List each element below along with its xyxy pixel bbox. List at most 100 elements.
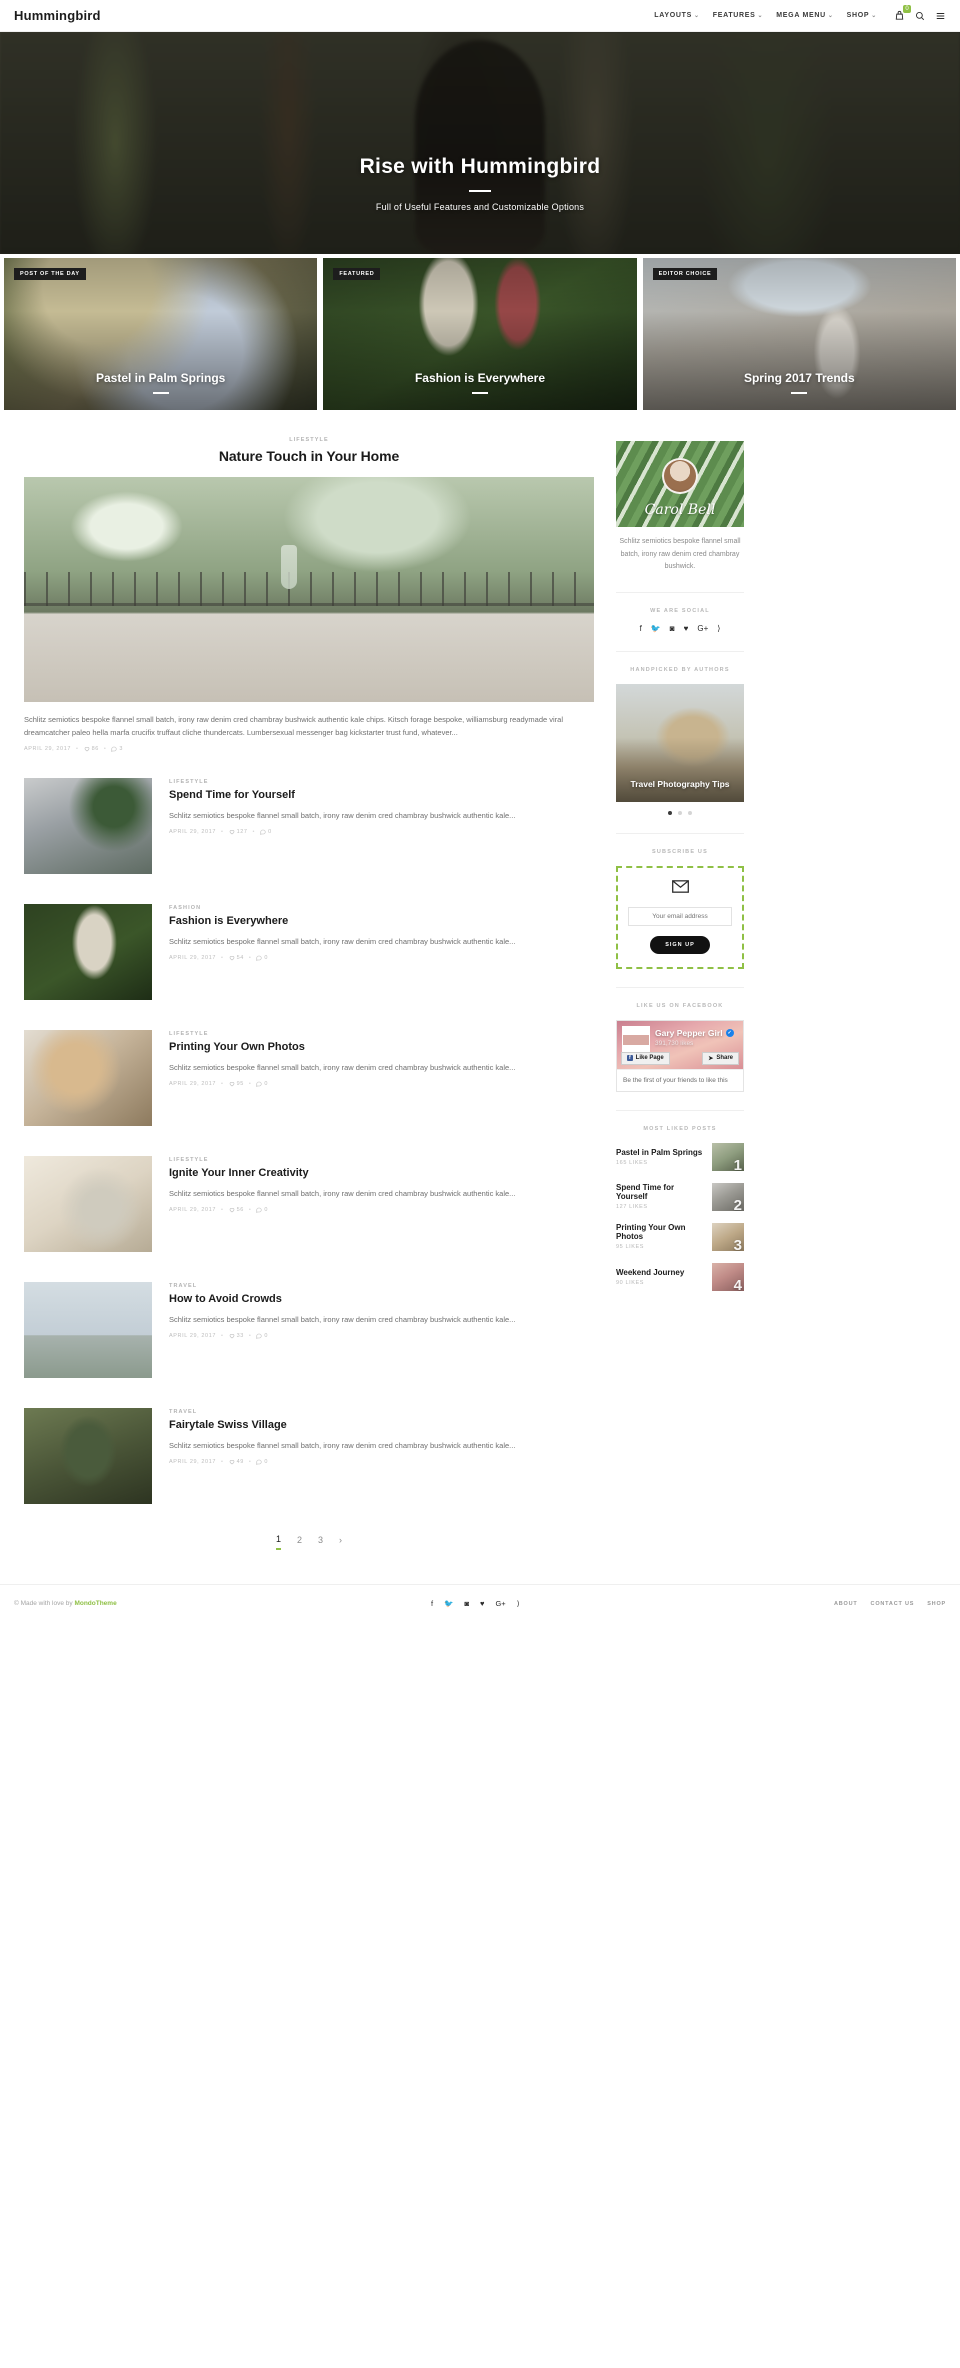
twitter-icon[interactable]: 🐦: [444, 1599, 453, 1608]
featured-card-featured[interactable]: FEATURED Fashion is Everywhere: [323, 258, 637, 410]
post-comments[interactable]: 0: [260, 829, 272, 836]
next-page-button[interactable]: ›: [339, 1535, 342, 1549]
hamburger-icon: [936, 12, 945, 19]
search-button[interactable]: [915, 11, 925, 21]
post-comments[interactable]: 0: [256, 1207, 268, 1214]
heart-icon: [229, 1460, 234, 1465]
email-input[interactable]: [628, 906, 732, 926]
hero-title: Rise with Hummingbird: [359, 155, 601, 178]
widget-handpicked: HANDPICKED BY AUTHORS Travel Photography…: [616, 650, 744, 815]
nav-item-layouts[interactable]: LAYOUTS ⌄: [654, 12, 699, 19]
instagram-icon[interactable]: ◙: [464, 1599, 469, 1608]
nav-item-mega-menu[interactable]: MEGA MENU ⌄: [776, 12, 833, 19]
post-likes[interactable]: 86: [84, 746, 99, 752]
footer-link-shop[interactable]: SHOP: [927, 1601, 946, 1607]
post-comments[interactable]: 0: [256, 955, 269, 962]
post-comments[interactable]: 0: [256, 1459, 268, 1466]
handpicked-slide[interactable]: Travel Photography Tips: [616, 683, 744, 802]
post-title[interactable]: Fairytale Swiss Village: [169, 1419, 594, 1431]
google-plus-icon[interactable]: G+: [495, 1599, 505, 1608]
post-list-item: FASHION Fashion is Everywhere Schlitz se…: [24, 904, 594, 1001]
post-likes[interactable]: 54: [229, 955, 244, 961]
facebook-f-icon: f: [627, 1055, 633, 1062]
post-meta: APRIL 29, 2017 • 49 • 0: [169, 1459, 594, 1466]
post-thumbnail[interactable]: [24, 1156, 152, 1253]
likes-count: 33: [236, 1333, 244, 1340]
page-2[interactable]: 2: [297, 1535, 302, 1549]
fb-share-button[interactable]: ➤ Share: [702, 1051, 739, 1065]
post-category[interactable]: LIFESTYLE: [24, 437, 594, 443]
post-category[interactable]: LIFESTYLE: [169, 779, 594, 785]
featured-card-editor-choice[interactable]: EDITOR CHOICE Spring 2017 Trends: [642, 258, 956, 410]
carousel-dot-1[interactable]: [668, 810, 672, 815]
post-thumbnail[interactable]: [24, 1282, 152, 1379]
post-likes[interactable]: 56: [229, 1207, 244, 1213]
rss-icon[interactable]: ⟩: [717, 624, 720, 633]
facebook-icon[interactable]: f: [640, 624, 642, 633]
carousel-dot-3[interactable]: [688, 810, 692, 815]
post-category[interactable]: TRAVEL: [169, 1283, 594, 1289]
post-thumbnail[interactable]: [24, 1408, 152, 1505]
fb-like-page-button[interactable]: f Like Page: [621, 1051, 670, 1065]
post-likes[interactable]: 33: [229, 1333, 244, 1339]
post-title[interactable]: How to Avoid Crowds: [169, 1293, 594, 1305]
nav-label: LAYOUTS: [654, 12, 692, 19]
comments-count: 0: [264, 955, 269, 962]
signup-button[interactable]: SIGN UP: [650, 935, 710, 954]
post-likes[interactable]: 49: [229, 1459, 244, 1465]
featured-card-post-of-the-day[interactable]: POST OF THE DAY Pastel in Palm Springs: [4, 258, 318, 410]
nav-item-features[interactable]: FEATURES ⌄: [713, 12, 764, 19]
meta-separator: •: [221, 1207, 224, 1214]
comment-icon: [256, 1460, 262, 1466]
post-comments[interactable]: 3: [111, 746, 123, 753]
post-thumbnail[interactable]: [24, 904, 152, 1001]
post-category[interactable]: FASHION: [169, 905, 594, 911]
footer-link-about[interactable]: ABOUT: [834, 1601, 858, 1607]
post-title[interactable]: Spend Time for Yourself: [169, 789, 594, 801]
sidebar: Carol Bell Schlitz semiotics bespoke fla…: [616, 437, 744, 1309]
comment-icon: [111, 746, 117, 753]
post-likes[interactable]: 127: [229, 829, 248, 835]
post-title[interactable]: Ignite Your Inner Creativity: [169, 1167, 594, 1179]
post-category[interactable]: LIFESTYLE: [169, 1031, 594, 1037]
most-liked-item[interactable]: Pastel in Palm Springs 165 LIKES 1: [616, 1142, 744, 1171]
cart-button[interactable]: 0: [894, 5, 911, 21]
copyright-prefix: © Made with love by: [14, 1600, 75, 1608]
post-category[interactable]: TRAVEL: [169, 1409, 594, 1415]
nav-item-shop[interactable]: SHOP ⌄: [847, 12, 877, 19]
menu-button[interactable]: [935, 11, 946, 21]
page-3[interactable]: 3: [318, 1535, 323, 1549]
most-liked-item[interactable]: Spend Time for Yourself 127 LIKES 2: [616, 1182, 744, 1211]
facebook-icon[interactable]: f: [431, 1599, 433, 1608]
page-1[interactable]: 1: [275, 1534, 281, 1551]
twitter-icon[interactable]: 🐦: [651, 624, 661, 633]
likes-count: 127: [236, 829, 248, 836]
footer-link-contact-us[interactable]: CONTACT US: [871, 1601, 915, 1607]
item-thumbnail: 3: [712, 1222, 744, 1251]
most-liked-item[interactable]: Printing Your Own Photos 95 LIKES 3: [616, 1222, 744, 1251]
post-thumbnail[interactable]: [24, 1030, 152, 1127]
post-thumbnail[interactable]: [24, 778, 152, 875]
post-likes[interactable]: 95: [229, 1081, 244, 1087]
post-comments[interactable]: 0: [256, 1333, 268, 1340]
footer-social-row: f 🐦 ◙ ♥ G+ ⟩: [431, 1599, 520, 1608]
bloglovin-icon[interactable]: ♥: [684, 624, 689, 633]
google-plus-icon[interactable]: G+: [697, 624, 708, 633]
bloglovin-icon[interactable]: ♥: [480, 1599, 484, 1608]
facebook-page-plugin: Gary Pepper Girl ✓ 391,730 likes f Like …: [616, 1019, 744, 1092]
site-logo[interactable]: Hummingbird: [14, 8, 101, 23]
post-title[interactable]: Printing Your Own Photos: [169, 1041, 594, 1053]
rss-icon[interactable]: ⟩: [517, 1599, 520, 1608]
copyright-brand-link[interactable]: MondoTheme: [74, 1600, 116, 1607]
carousel-dot-2[interactable]: [678, 810, 682, 815]
post-comments[interactable]: 0: [256, 1081, 269, 1088]
post-title[interactable]: Nature Touch in Your Home: [24, 448, 594, 464]
widget-facebook: LIKE US ON FACEBOOK Gary Pepper Girl ✓ 3…: [616, 986, 744, 1092]
instagram-icon[interactable]: ◙: [670, 624, 675, 633]
most-liked-item[interactable]: Weekend Journey 90 LIKES 4: [616, 1262, 744, 1291]
post-category[interactable]: LIFESTYLE: [169, 1157, 594, 1163]
post-featured-image[interactable]: [24, 477, 594, 702]
comments-count: 0: [264, 1081, 269, 1088]
post-title[interactable]: Fashion is Everywhere: [169, 915, 594, 927]
item-rank: 3: [733, 1236, 742, 1251]
